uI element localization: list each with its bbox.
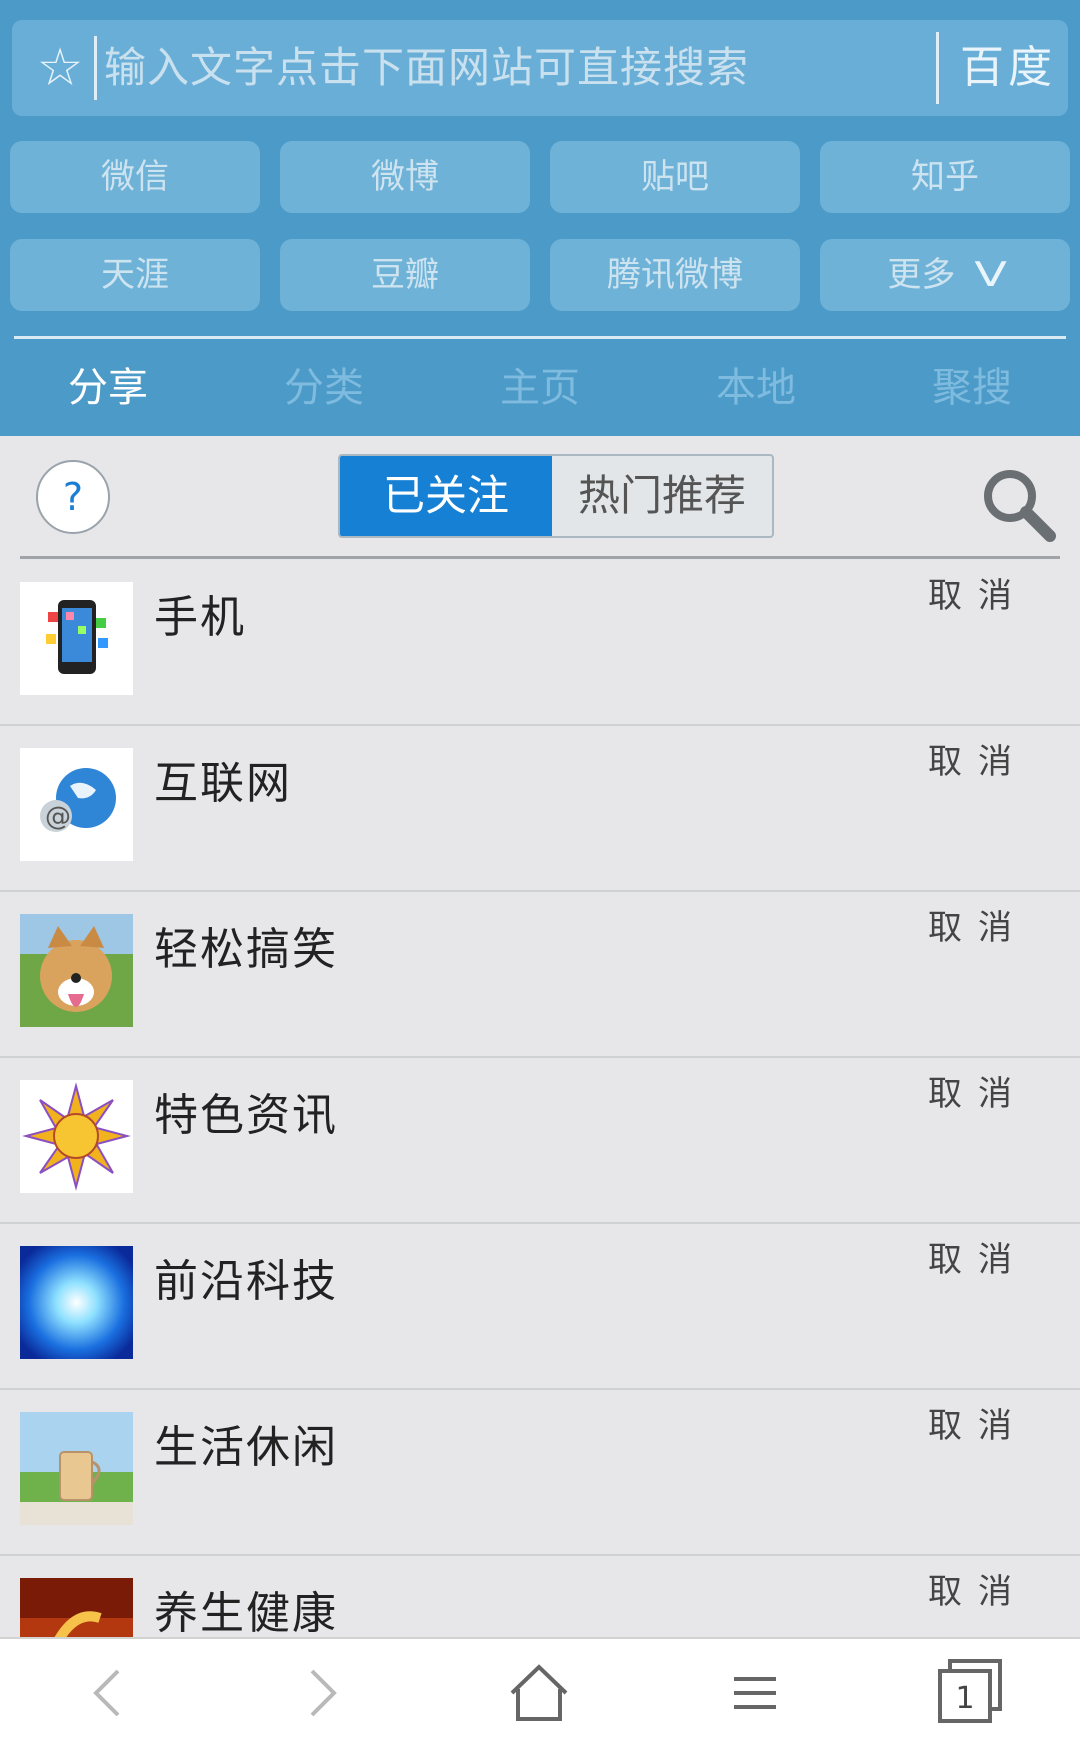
content-toolbar: ? 已关注 热门推荐 xyxy=(0,436,1080,560)
list-item[interactable]: 轻松搞笑 取消 xyxy=(0,892,1080,1058)
list-item-title: 互联网 xyxy=(154,758,292,809)
list-top-divider xyxy=(20,556,1060,559)
globe-email-thumbnail: @ xyxy=(20,748,133,861)
header-divider xyxy=(14,336,1066,339)
chevron-down-icon: V xyxy=(974,255,1008,295)
laughing-dog-thumbnail xyxy=(20,914,133,1027)
bottom-nav-bar: 1 xyxy=(0,1637,1080,1743)
list-item-title: 养生健康 xyxy=(154,1588,338,1639)
more-label: 更多 xyxy=(887,255,956,295)
svg-text:@: @ xyxy=(45,802,71,832)
cancel-button[interactable]: 取消 xyxy=(928,740,1028,784)
list-item[interactable]: 前沿科技 取消 xyxy=(0,1224,1080,1390)
quick-link-tencent-weibo[interactable]: 腾讯微博 xyxy=(550,239,800,311)
sun-face-thumbnail xyxy=(20,1080,133,1193)
tab-local[interactable]: 本地 xyxy=(648,360,864,416)
cancel-button[interactable]: 取消 xyxy=(928,1570,1028,1614)
search-bar[interactable]: ☆ 输入文字点击下面网站可直接搜索 百度 xyxy=(12,20,1068,116)
tea-glass-thumbnail xyxy=(20,1412,133,1525)
quick-link-tianya[interactable]: 天涯 xyxy=(10,239,260,311)
quick-link-tieba[interactable]: 贴吧 xyxy=(550,141,800,213)
search-divider-right xyxy=(936,32,939,104)
home-icon[interactable] xyxy=(494,1653,584,1733)
list-item-title: 手机 xyxy=(154,592,246,643)
quick-link-zhihu[interactable]: 知乎 xyxy=(820,141,1070,213)
list-item[interactable]: @ 互联网 取消 xyxy=(0,726,1080,892)
star-icon[interactable]: ☆ xyxy=(30,38,90,98)
search-icon[interactable] xyxy=(980,466,1060,546)
list-item-title: 特色资讯 xyxy=(154,1090,338,1141)
top-header: ☆ 输入文字点击下面网站可直接搜索 百度 微信 微博 贴吧 知乎 天涯 豆瓣 腾… xyxy=(0,0,1080,436)
quick-link-more[interactable]: 更多 V xyxy=(820,239,1070,311)
cancel-button[interactable]: 取消 xyxy=(928,906,1028,950)
quick-link-douban[interactable]: 豆瓣 xyxy=(280,239,530,311)
menu-icon[interactable] xyxy=(710,1653,800,1733)
tabs-icon[interactable]: 1 xyxy=(926,1653,1016,1733)
cancel-button[interactable]: 取消 xyxy=(928,1238,1028,1282)
segment-hot[interactable]: 热门推荐 xyxy=(552,456,772,536)
quick-link-weixin[interactable]: 微信 xyxy=(10,141,260,213)
tab-share[interactable]: 分享 xyxy=(0,360,216,416)
list-item[interactable]: 生活休闲 取消 xyxy=(0,1390,1080,1556)
list-item[interactable]: 手机 取消 xyxy=(0,560,1080,726)
list-item[interactable]: 特色资讯 取消 xyxy=(0,1058,1080,1224)
list-item-title: 前沿科技 xyxy=(154,1256,338,1307)
tab-meta-search[interactable]: 聚搜 xyxy=(864,360,1080,416)
segment-followed[interactable]: 已关注 xyxy=(340,456,552,536)
help-button[interactable]: ? xyxy=(36,460,110,534)
forward-icon[interactable] xyxy=(278,1653,368,1733)
back-icon[interactable] xyxy=(62,1653,152,1733)
list-item-title: 轻松搞笑 xyxy=(154,924,338,975)
cancel-button[interactable]: 取消 xyxy=(928,574,1028,618)
tab-count: 1 xyxy=(955,1681,975,1716)
search-divider-left xyxy=(94,36,97,100)
segmented-control: 已关注 热门推荐 xyxy=(338,454,774,538)
cancel-button[interactable]: 取消 xyxy=(928,1072,1028,1116)
search-engine-button[interactable]: 百度 xyxy=(960,42,1056,94)
tab-category[interactable]: 分类 xyxy=(216,360,432,416)
list-item-title: 生活休闲 xyxy=(154,1422,338,1473)
phone-thumbnail xyxy=(20,582,133,695)
quick-link-weibo[interactable]: 微博 xyxy=(280,141,530,213)
blue-energy-thumbnail xyxy=(20,1246,133,1359)
search-input[interactable]: 输入文字点击下面网站可直接搜索 xyxy=(104,42,749,94)
cancel-button[interactable]: 取消 xyxy=(928,1404,1028,1448)
tab-home[interactable]: 主页 xyxy=(432,360,648,416)
